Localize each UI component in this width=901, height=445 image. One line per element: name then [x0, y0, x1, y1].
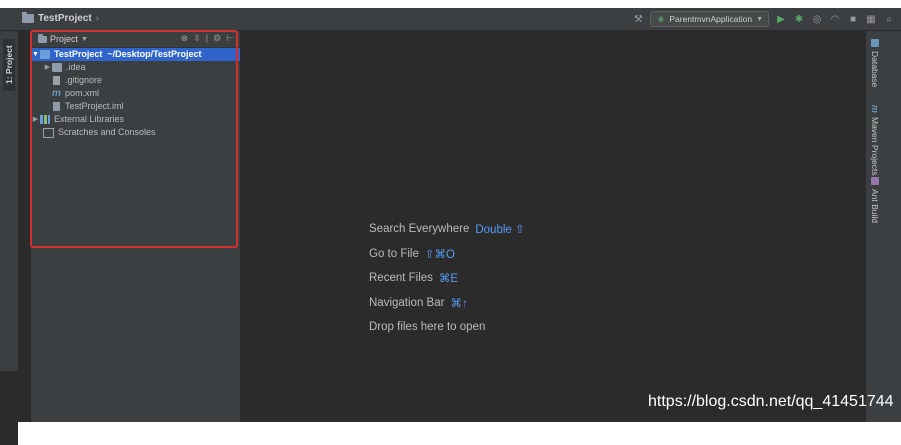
run-icon[interactable]: ▶	[775, 13, 787, 25]
project-tree: ▼ TestProject ~/Desktop/TestProject ▶ .i…	[31, 48, 240, 139]
maven-icon: m	[870, 105, 880, 114]
project-folder-icon	[22, 12, 34, 23]
tree-item-pom[interactable]: m pom.xml	[31, 87, 240, 100]
tree-item-idea[interactable]: ▶ .idea	[31, 61, 240, 74]
hint-drop-files: Drop files here to open	[369, 315, 525, 340]
tree-item-label: .gitignore	[65, 75, 103, 85]
profile-icon[interactable]: ◠	[829, 13, 841, 25]
hide-panel-icon[interactable]: ⊢	[226, 33, 234, 44]
run-toolbar: ⚒ ❀ ParentmvnApplication ▼ ▶ ✱ ◎ ◠ ■ ▦ ⌕	[632, 11, 895, 27]
project-panel-tools: ⊗ ⇳ | ⚙ ⊢	[181, 33, 234, 44]
expand-arrow-icon[interactable]: ▶	[31, 113, 40, 126]
hint-label: Recent Files	[369, 272, 433, 285]
tree-item-label: Scratches and Consoles	[58, 127, 156, 137]
file-icon	[53, 76, 60, 85]
debug-icon[interactable]: ✱	[793, 13, 805, 25]
divider: |	[205, 33, 209, 43]
tree-item-iml[interactable]: TestProject.iml	[31, 100, 240, 113]
tree-item-external-libraries[interactable]: ▶ External Libraries	[31, 113, 240, 126]
hint-label: Go to File	[369, 247, 419, 260]
editor-empty-area[interactable]: Search Everywhere Double ⇧ Go to File ⇧⌘…	[240, 31, 865, 422]
tree-item-label: External Libraries	[54, 114, 125, 124]
ide-window: TestProject › ⚒ ❀ ParentmvnApplication ▼…	[0, 8, 901, 445]
tree-item-label: pom.xml	[65, 88, 100, 98]
root-name: TestProject	[54, 49, 103, 59]
tree-item-gitignore[interactable]: .gitignore	[31, 74, 240, 87]
hint-label: Search Everywhere	[369, 223, 470, 236]
chevron-down-icon: ▼	[756, 15, 763, 23]
search-icon[interactable]: ⌕	[883, 13, 895, 25]
hint-search-everywhere: Search Everywhere Double ⇧	[369, 217, 525, 242]
hint-navigation-bar: Navigation Bar ⌘↑	[369, 291, 525, 316]
project-panel-header: Project ▼ ⊗ ⇳ | ⚙ ⊢	[31, 31, 240, 48]
hint-shortcut: Double ⇧	[475, 224, 525, 237]
build-icon[interactable]: ⚒	[632, 13, 644, 25]
project-tool-tab[interactable]: 1: Project	[3, 39, 15, 91]
database-tab-label: Database	[870, 51, 880, 88]
chevron-down-icon: ▼	[81, 35, 88, 43]
maven-tab-label: Maven Projects	[870, 117, 880, 176]
hint-shortcut: ⌘E	[438, 273, 459, 286]
module-folder-icon	[40, 50, 50, 59]
ant-build-tab[interactable]: Ant Build	[869, 177, 881, 223]
hint-recent-files: Recent Files ⌘E	[369, 266, 525, 291]
project-view-select[interactable]: Project ▼	[38, 33, 88, 44]
hint-go-to-file: Go to File ⇧⌘O	[369, 242, 525, 267]
project-structure-icon[interactable]: ▦	[865, 13, 877, 25]
left-strip-lower-area	[0, 371, 18, 445]
left-tool-window-strip: 1: Project	[0, 31, 18, 445]
maven-icon: m	[52, 88, 61, 99]
locate-file-icon[interactable]: ⊗	[181, 33, 189, 44]
tree-item-label: TestProject.iml	[65, 101, 124, 111]
breadcrumb[interactable]: TestProject ›	[22, 12, 100, 24]
expand-arrow-icon[interactable]: ▼	[31, 48, 40, 61]
project-view-icon	[38, 33, 47, 43]
coverage-icon[interactable]: ◎	[811, 13, 823, 25]
scratches-icon	[43, 127, 54, 138]
hint-shortcut: ⌘↑	[450, 297, 468, 310]
settings-gear-icon[interactable]: ⚙	[213, 33, 221, 44]
run-configuration-select[interactable]: ❀ ParentmvnApplication ▼	[650, 11, 769, 27]
ant-tab-label: Ant Build	[870, 189, 880, 224]
stop-icon[interactable]: ■	[847, 13, 859, 25]
hint-shortcut: ⇧⌘O	[424, 248, 455, 261]
run-configuration-label: ParentmvnApplication	[669, 14, 753, 24]
libraries-icon	[40, 115, 50, 124]
breadcrumb-project[interactable]: TestProject	[38, 13, 92, 24]
module-file-icon	[53, 102, 60, 111]
navigation-toolbar: TestProject › ⚒ ❀ ParentmvnApplication ▼…	[0, 8, 901, 31]
breadcrumb-separator-icon: ›	[95, 13, 100, 24]
project-view-label: Project	[50, 34, 79, 44]
folder-icon	[52, 63, 62, 72]
right-tool-window-strip: Database m Maven Projects Ant Build	[866, 31, 901, 422]
maven-projects-tab[interactable]: m Maven Projects	[869, 105, 881, 176]
spring-boot-icon: ❀	[657, 14, 665, 24]
database-icon	[871, 39, 879, 47]
watermark-text: https://blog.csdn.net/qq_41451744	[648, 393, 894, 410]
hint-label: Navigation Bar	[369, 296, 445, 309]
tree-item-label: .idea	[66, 62, 86, 72]
ant-icon	[871, 177, 879, 185]
tree-item-scratches[interactable]: Scratches and Consoles	[31, 126, 240, 139]
expand-arrow-icon[interactable]: ▶	[43, 61, 52, 74]
collapse-all-icon[interactable]: ⇳	[193, 33, 201, 44]
editor-hints: Search Everywhere Double ⇧ Go to File ⇧⌘…	[369, 217, 525, 340]
project-panel: Project ▼ ⊗ ⇳ | ⚙ ⊢ ▼ TestProject ~/Desk…	[31, 31, 240, 422]
database-tab[interactable]: Database	[869, 39, 881, 87]
hint-label: Drop files here to open	[369, 321, 486, 334]
root-path: ~/Desktop/TestProject	[107, 49, 202, 59]
tree-root-testproject[interactable]: ▼ TestProject ~/Desktop/TestProject	[31, 48, 240, 61]
